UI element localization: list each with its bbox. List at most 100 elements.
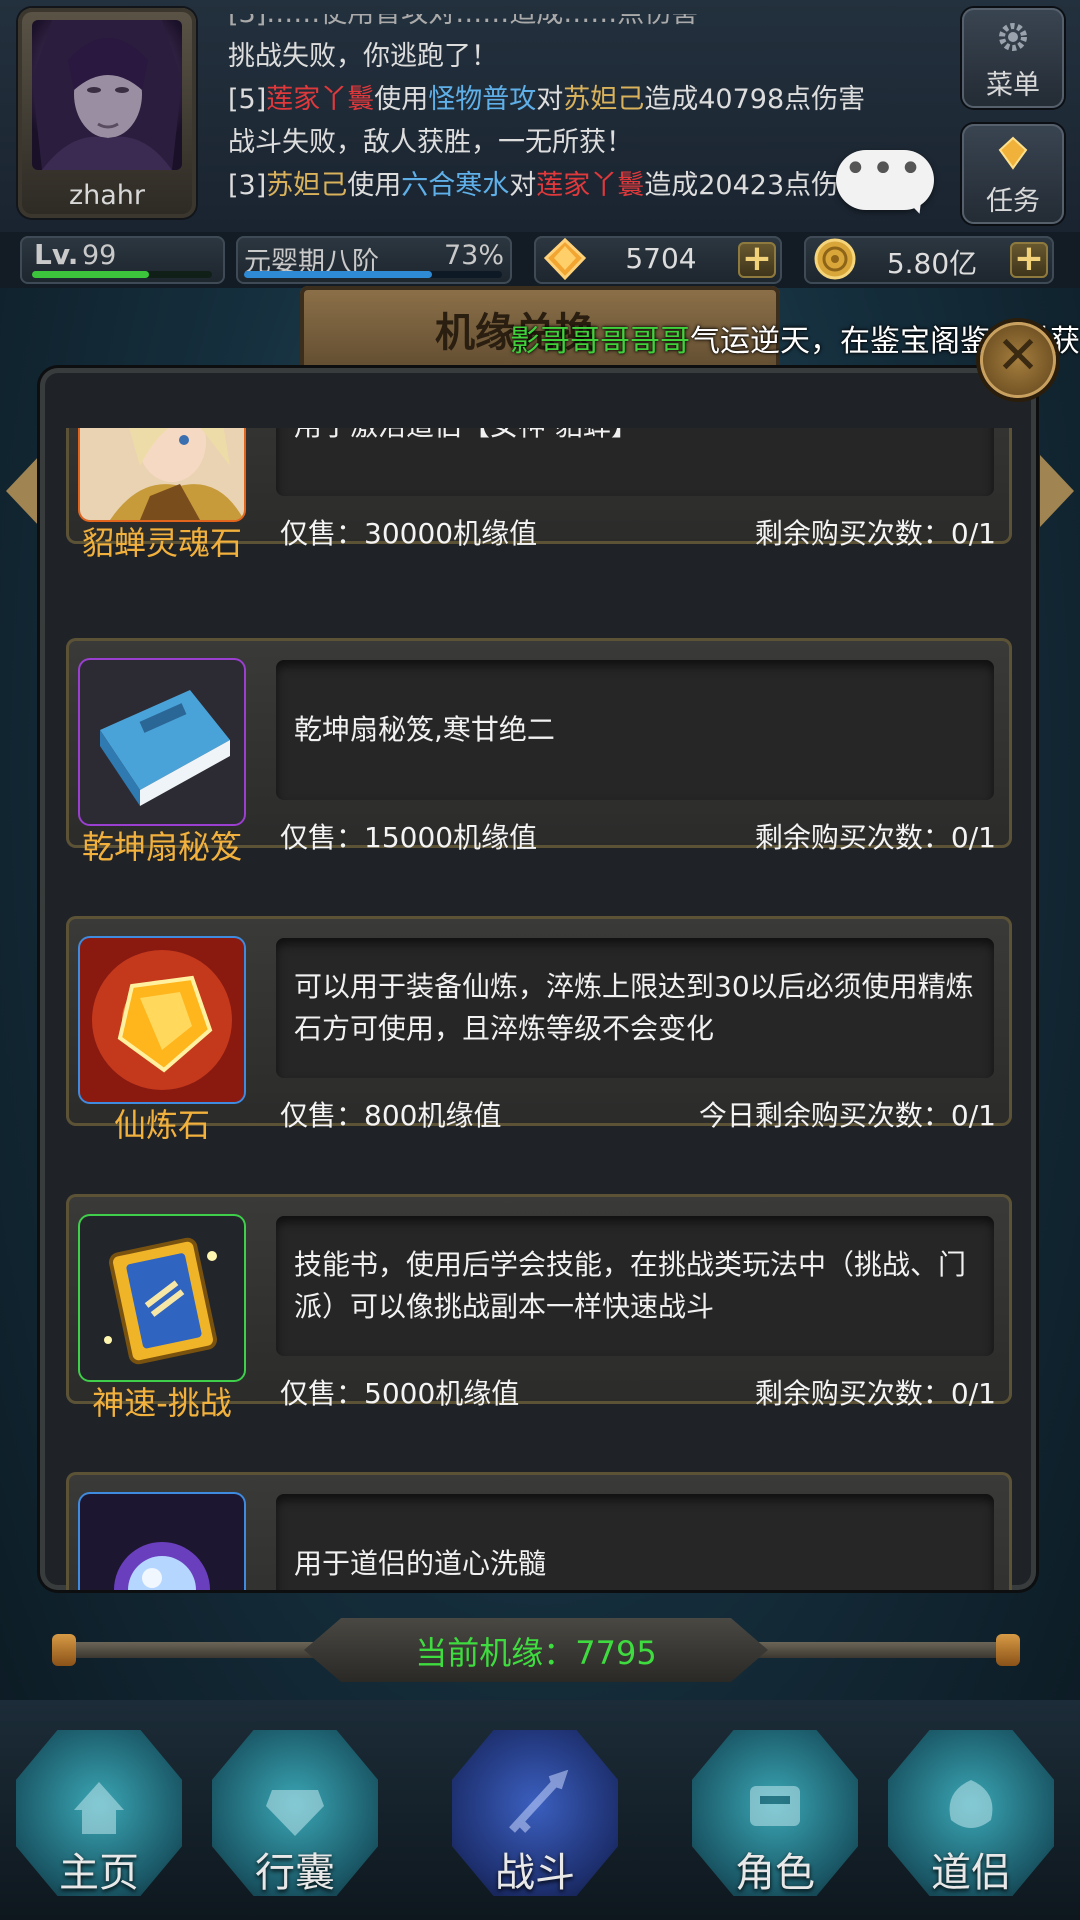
item-icon[interactable] [80, 1216, 244, 1380]
fate-bar-cap-right [996, 1634, 1020, 1666]
fate-plate: 当前机缘：7795 [304, 1618, 768, 1682]
item-remaining-purchases: 剩余购买次数：0/1 [754, 1377, 996, 1410]
chat-segment: 六合寒水 [401, 170, 510, 201]
chat-segment: 对 [509, 170, 537, 201]
gold-count: 5.80亿 [886, 247, 978, 280]
nav-button-2[interactable]: 战斗 [440, 1710, 630, 1910]
chat-segment: 造成40798点伤害 [644, 84, 866, 115]
announcement-marquee: 影哥哥哥哥哥气运逆天，在鉴宝阁鉴宝时获 [0, 312, 1080, 360]
nav-icon [74, 1782, 124, 1834]
nav-button-0[interactable]: 主页 [4, 1710, 194, 1910]
task-button[interactable]: 任务 [962, 124, 1064, 224]
nav-icon [750, 1786, 800, 1826]
chat-segment: 莲家丫鬟 [266, 84, 375, 115]
chat-segment: 怪物普攻 [428, 84, 537, 115]
previous-page-arrow-icon[interactable] [6, 455, 40, 527]
item-description-box: 用于激活道侣【女神·貂蝉】 [276, 428, 994, 496]
item-description-box: 技能书，使用后学会技能，在挑战类玩法中（挑战、门派）可以像挑战副本一样快速战斗 [276, 1216, 994, 1356]
task-crystal-icon [998, 136, 1028, 170]
item-remaining-purchases: 剩余购买次数：0/1 [754, 821, 996, 854]
gold-currency-box: 5.80亿 + [804, 236, 1054, 284]
chat-segment: 莲家丫鬟 [536, 170, 645, 201]
player-avatar-frame[interactable]: zhahr [18, 8, 196, 218]
exchange-item[interactable]: 神速-挑战 技能书，使用后学会技能，在挑战类玩法中（挑战、门派）可以像挑战副本一样… [66, 1194, 1012, 1422]
item-description-box: 可以用于装备仙炼，淬炼上限达到30以后必须使用精炼石方可使用，且淬炼等级不会变化 [276, 938, 994, 1078]
item-description-box: 乾坤扇秘笈,寒甘绝二 [276, 660, 994, 800]
chat-line: 挑战失败，你逃跑了！ [228, 35, 948, 78]
coin-icon [814, 238, 856, 280]
nav-button-3[interactable]: 角色 [680, 1710, 870, 1910]
item-name: 貂蝉灵魂石 [81, 524, 242, 562]
exchange-item[interactable]: 乾坤扇秘笈 乾坤扇秘笈,寒甘绝二仅售：15000机缘值 剩余购买次数：0/1 [66, 638, 1012, 866]
avatar [32, 20, 182, 170]
exp-bar [32, 271, 212, 278]
chat-segment: ……使用普攻对……造成……点伤害 [266, 14, 698, 29]
current-fate-value: 当前机缘：7795 [415, 1634, 657, 1672]
nav-label: 角色 [735, 1850, 815, 1896]
chat-segment: 战斗失败，敌人获胜，一无所获！ [228, 127, 633, 158]
item-name: 乾坤扇秘笈 [81, 828, 242, 866]
exp-bar-fill [32, 271, 149, 278]
level-box: Lv. 99 [20, 236, 225, 284]
item-description: 技能书，使用后学会技能，在挑战类玩法中（挑战、门派）可以像挑战副本一样快速战斗 [294, 1248, 967, 1323]
top-bar: zhahr [3]……使用普攻对……造成……点伤害挑战失败，你逃跑了！[5]莲家… [0, 0, 1080, 235]
fate-value-bar: 当前机缘：7795 [52, 1618, 1020, 1682]
item-remaining-purchases: 剩余购买次数：0/1 [754, 517, 996, 550]
nav-icon [949, 1780, 993, 1828]
nav-label: 道侣 [931, 1850, 1011, 1896]
gem-currency-box: 5704 + [534, 236, 782, 284]
chat-segment: [5] [228, 84, 267, 115]
exchange-item[interactable]: 仙炼石 可以用于装备仙炼，淬炼上限达到30以后必须使用精炼石方可使用，且淬炼等级不… [66, 916, 1012, 1144]
nav-icon [266, 1790, 324, 1836]
item-icon[interactable] [80, 1494, 244, 1590]
ellipsis-icon: ••• [843, 146, 927, 192]
announcement-player: 影哥哥哥哥哥 [510, 324, 690, 359]
next-page-arrow-icon[interactable] [1040, 455, 1074, 527]
item-description-box: 用于道侣的道心洗髓 [276, 1494, 994, 1590]
add-gold-button[interactable]: + [1010, 241, 1048, 278]
gem-count: 5704 [625, 242, 697, 275]
item-price: 仅售：5000机缘值 [280, 1377, 520, 1410]
status-row: Lv. 99 元婴期八阶 73% 5704 + 5.80亿 + [0, 232, 1080, 288]
item-icon[interactable] [80, 428, 244, 520]
item-name: 神速-挑战 [92, 1384, 232, 1422]
chat-segment: 对 [536, 84, 564, 115]
item-icon[interactable] [80, 660, 244, 824]
item-description: 乾坤扇秘笈,寒甘绝二 [294, 713, 555, 746]
chat-segment: 使用 [347, 170, 402, 201]
level-label: Lv. [34, 238, 79, 271]
chat-segment: 挑战失败，你逃跑了！ [228, 41, 498, 72]
item-price: 仅售：30000机缘值 [280, 517, 538, 550]
exchange-item[interactable]: 貂蝉灵魂石 用于激活道侣【女神·貂蝉】仅售：30000机缘值 剩余购买次数：0/1 [66, 428, 1012, 562]
exchange-item-list[interactable]: 貂蝉灵魂石用于激活道侣【女神·貂蝉】仅售：30000机缘值剩余购买次数：0/1乾… [66, 428, 1014, 1590]
close-button[interactable]: ✕ [980, 322, 1056, 398]
chat-bubble-button[interactable]: ••• [836, 146, 934, 210]
chat-segment: 造成20423点伤害 [644, 170, 866, 201]
nav-icon [509, 1770, 569, 1833]
chat-segment: 苏妲己 [563, 84, 645, 115]
item-icon[interactable] [80, 938, 244, 1102]
chat-line: [5]莲家丫鬟使用怪物普攻对苏妲己造成40798点伤害 [228, 78, 948, 121]
chat-segment: 苏妲己 [266, 170, 348, 201]
item-price: 仅售：800机缘值 [280, 1099, 502, 1132]
add-gems-button[interactable]: + [738, 241, 776, 278]
realm-box: 元婴期八阶 73% [236, 236, 512, 284]
menu-label: 菜单 [986, 70, 1040, 101]
gear-icon [999, 23, 1027, 51]
chat-line: [3]……使用普攻对……造成……点伤害 [228, 14, 948, 35]
item-price: 仅售：15000机缘值 [280, 821, 538, 854]
item-description: 用于道侣的道心洗髓 [294, 1547, 547, 1580]
fate-bar-cap-left [52, 1634, 76, 1666]
player-name: zhahr [68, 180, 146, 211]
exchange-item[interactable]: 用于道侣的道心洗髓 [66, 1472, 1012, 1590]
realm-progress-bar [244, 271, 502, 278]
level-value: 99 [82, 240, 117, 271]
nav-button-4[interactable]: 道侣 [876, 1710, 1066, 1910]
task-label: 任务 [986, 186, 1040, 217]
nav-label: 战斗 [495, 1850, 575, 1896]
nav-label: 主页 [59, 1850, 139, 1896]
nav-button-1[interactable]: 行囊 [200, 1710, 390, 1910]
chat-segment: 使用 [374, 84, 429, 115]
menu-button[interactable]: 菜单 [962, 8, 1064, 108]
realm-percent: 73% [443, 240, 504, 271]
